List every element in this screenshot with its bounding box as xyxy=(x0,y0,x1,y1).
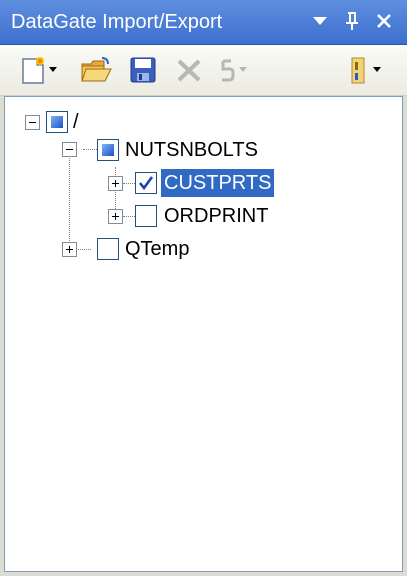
tree-node-custprts[interactable]: CUSTPRTS xyxy=(161,169,275,197)
new-dropdown-icon[interactable] xyxy=(49,67,57,73)
pin-icon xyxy=(346,12,358,30)
datagate-panel: DataGate Import/Export / NUTSNBOLTS CUST… xyxy=(0,0,407,576)
root-checkbox[interactable] xyxy=(46,111,68,133)
nutsnbolts-collapse-toggle[interactable] xyxy=(62,142,77,157)
undo-icon xyxy=(221,59,235,82)
tree-node-nutsnbolts[interactable]: NUTSNBOLTS xyxy=(122,136,261,164)
close-icon xyxy=(377,14,391,28)
tree-connector xyxy=(115,167,116,215)
save-icon xyxy=(130,57,156,83)
tree-connector xyxy=(69,144,70,249)
chevron-down-icon xyxy=(313,16,327,25)
tree-connector xyxy=(123,183,135,184)
tree-connector xyxy=(83,149,97,150)
library-tree[interactable]: / NUTSNBOLTS CUSTPRTS ORDPRINT QTemp xyxy=(4,96,403,572)
tree-connector xyxy=(123,216,135,217)
ordprint-expand-toggle[interactable] xyxy=(108,209,123,224)
panel-title: DataGate Import/Export xyxy=(11,11,223,33)
checkmark-icon xyxy=(138,176,154,191)
options-button[interactable] xyxy=(346,52,381,88)
tree-node-qtemp[interactable]: QTemp xyxy=(122,235,192,263)
window-position-button[interactable] xyxy=(306,6,334,36)
toolbar xyxy=(0,45,407,96)
ordprint-checkbox[interactable] xyxy=(135,205,157,227)
undo-button[interactable] xyxy=(218,52,247,88)
new-button[interactable] xyxy=(20,52,57,88)
open-folder-icon xyxy=(81,57,112,82)
close-button[interactable] xyxy=(370,6,398,36)
nutsnbolts-checkbox[interactable] xyxy=(97,139,119,161)
options-dropdown-icon[interactable] xyxy=(373,67,381,73)
delete-icon xyxy=(177,59,201,82)
new-icon xyxy=(22,57,44,84)
tree-node-ordprint[interactable]: ORDPRINT xyxy=(161,202,271,230)
qtemp-checkbox[interactable] xyxy=(97,238,119,260)
undo-dropdown-icon[interactable] xyxy=(239,67,247,73)
custprts-checkbox[interactable] xyxy=(135,172,157,194)
custprts-expand-toggle[interactable] xyxy=(108,176,123,191)
delete-button[interactable] xyxy=(175,52,203,88)
panel-titlebar[interactable]: DataGate Import/Export xyxy=(0,0,407,45)
save-button[interactable] xyxy=(130,52,156,88)
open-button[interactable] xyxy=(80,52,112,88)
auto-hide-button[interactable] xyxy=(338,6,366,36)
qtemp-expand-toggle[interactable] xyxy=(62,242,77,257)
options-icon xyxy=(351,57,365,84)
root-collapse-toggle[interactable] xyxy=(25,115,40,130)
tree-node-root[interactable]: / xyxy=(70,108,82,136)
